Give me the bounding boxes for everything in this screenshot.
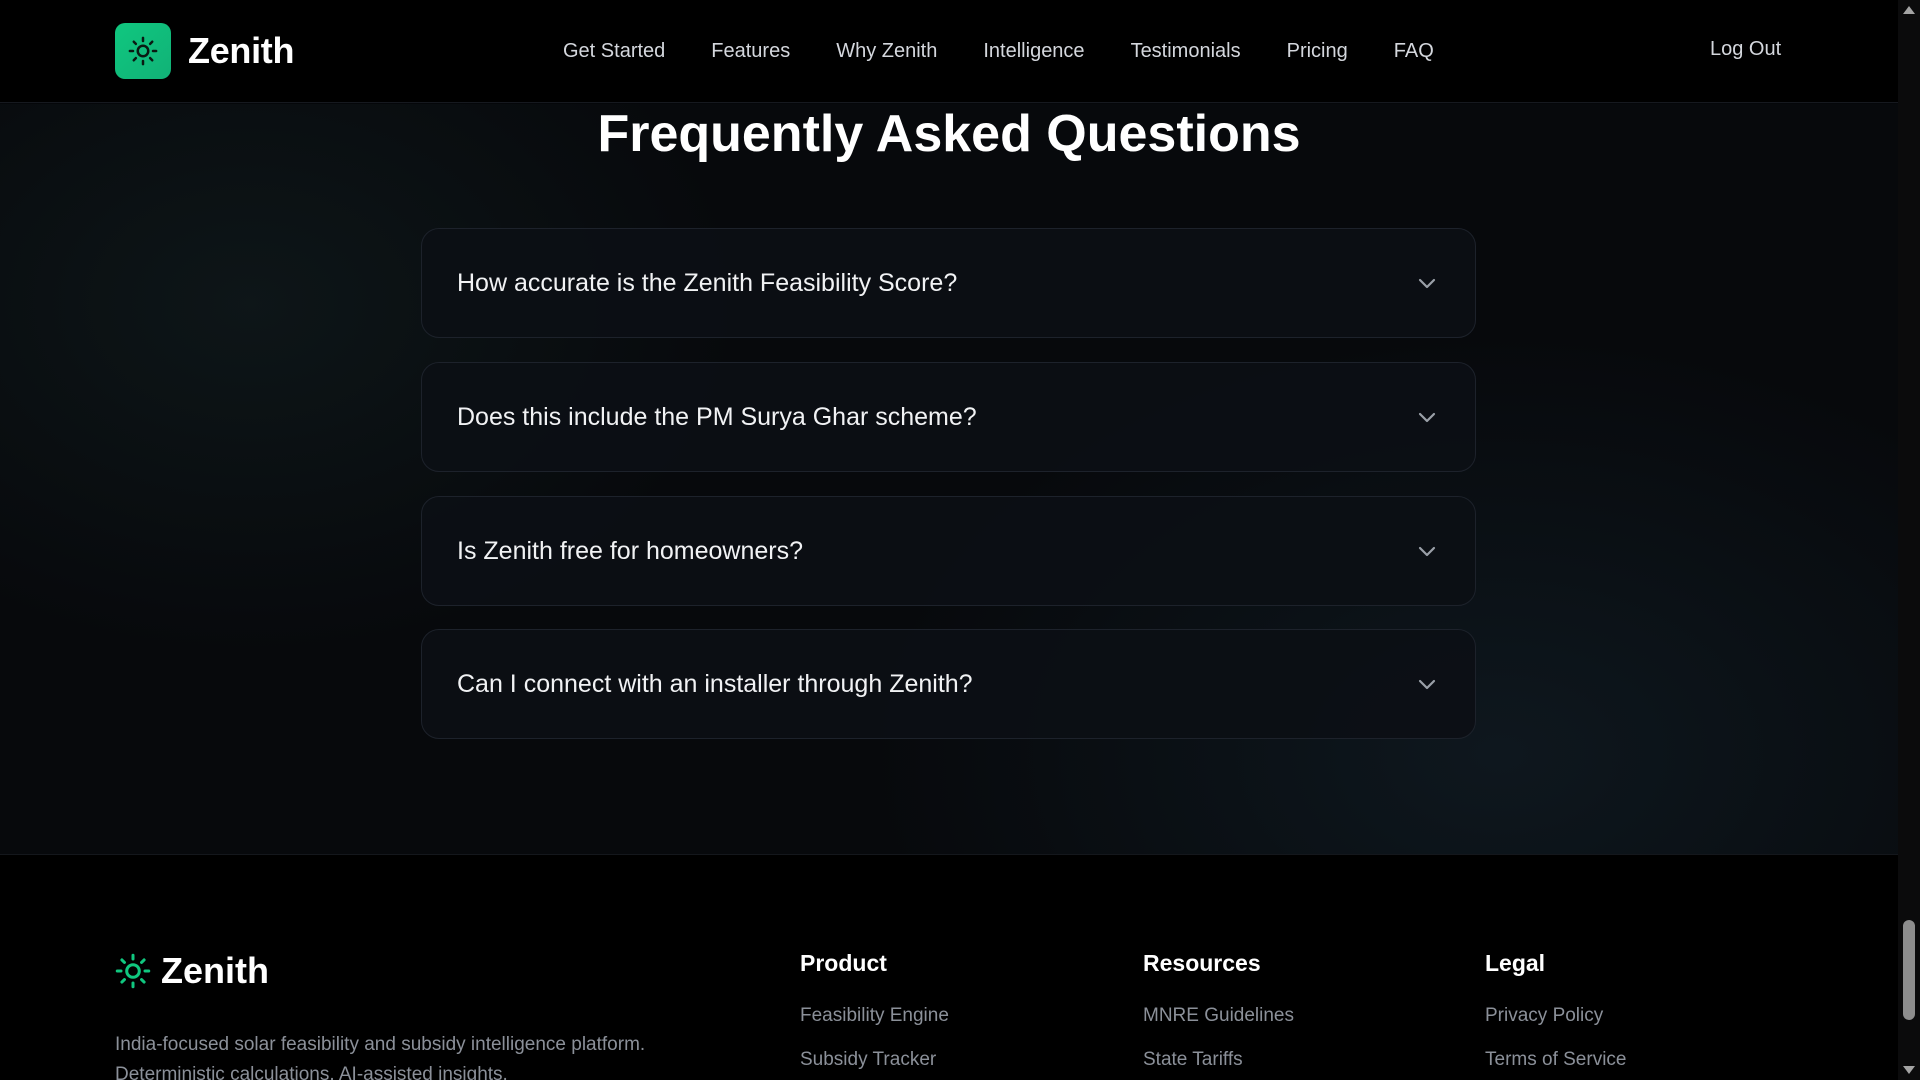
scroll-up-arrow-icon[interactable] bbox=[1903, 6, 1915, 14]
faq-item-installer[interactable]: Can I connect with an installer through … bbox=[421, 629, 1476, 739]
footer-description: India-focused solar feasibility and subs… bbox=[115, 1034, 646, 1080]
sun-icon bbox=[128, 36, 158, 66]
nav-link-pricing[interactable]: Pricing bbox=[1287, 40, 1348, 63]
chevron-down-icon bbox=[1414, 538, 1440, 564]
footer-column-product: Product Feasibility Engine Subsidy Track… bbox=[800, 950, 949, 1080]
page: Zenith Get Started Features Why Zenith I… bbox=[0, 0, 1898, 1080]
brand-badge bbox=[115, 23, 171, 79]
footer: Zenith India-focused solar feasibility a… bbox=[0, 854, 1898, 1080]
logout-button[interactable]: Log Out bbox=[1710, 38, 1781, 61]
footer-column-title: Legal bbox=[1485, 950, 1546, 976]
faq-item-pm-surya-ghar[interactable]: Does this include the PM Surya Ghar sche… bbox=[421, 362, 1476, 472]
footer-brand-name: Zenith bbox=[161, 950, 269, 991]
footer-link-subsidy-tracker[interactable]: Subsidy Tracker bbox=[800, 1049, 949, 1071]
nav-link-get-started[interactable]: Get Started bbox=[563, 40, 665, 63]
nav-link-intelligence[interactable]: Intelligence bbox=[983, 40, 1084, 63]
faq-item-accuracy[interactable]: How accurate is the Zenith Feasibility S… bbox=[421, 228, 1476, 338]
faq-question: Is Zenith free for homeowners? bbox=[457, 536, 803, 565]
footer-column-legal: Legal Privacy Policy Terms of Service bbox=[1485, 950, 1626, 1080]
top-navbar: Zenith Get Started Features Why Zenith I… bbox=[0, 0, 1898, 103]
faq-question: Does this include the PM Surya Ghar sche… bbox=[457, 402, 977, 431]
footer-link-mnre-guidelines[interactable]: MNRE Guidelines bbox=[1143, 1005, 1294, 1027]
brand-name: Zenith bbox=[188, 30, 295, 71]
main-nav: Get Started Features Why Zenith Intellig… bbox=[563, 0, 1480, 103]
nav-link-features[interactable]: Features bbox=[711, 40, 790, 63]
footer-brand[interactable]: Zenith bbox=[115, 950, 269, 992]
footer-column-resources: Resources MNRE Guidelines State Tariffs bbox=[1143, 950, 1294, 1080]
nav-link-faq[interactable]: FAQ bbox=[1394, 40, 1434, 63]
nav-link-why-zenith[interactable]: Why Zenith bbox=[836, 40, 937, 63]
faq-question: Can I connect with an installer through … bbox=[457, 669, 973, 698]
chevron-down-icon bbox=[1414, 270, 1440, 296]
nav-link-testimonials[interactable]: Testimonials bbox=[1131, 40, 1241, 63]
faq-title: Frequently Asked Questions bbox=[597, 105, 1301, 163]
footer-link-state-tariffs[interactable]: State Tariffs bbox=[1143, 1049, 1294, 1071]
scrollbar-thumb[interactable] bbox=[1903, 920, 1915, 1020]
chevron-down-icon bbox=[1414, 671, 1440, 697]
chevron-down-icon bbox=[1414, 404, 1440, 430]
sun-icon bbox=[115, 953, 151, 989]
footer-link-terms-of-service[interactable]: Terms of Service bbox=[1485, 1049, 1626, 1071]
footer-link-privacy-policy[interactable]: Privacy Policy bbox=[1485, 1005, 1626, 1027]
faq-item-free-for-homeowners[interactable]: Is Zenith free for homeowners? bbox=[421, 496, 1476, 606]
footer-column-title: Product bbox=[800, 950, 887, 976]
footer-link-feasibility-engine[interactable]: Feasibility Engine bbox=[800, 1005, 949, 1027]
page-scrollbar[interactable] bbox=[1898, 0, 1920, 1080]
scroll-down-arrow-icon[interactable] bbox=[1903, 1066, 1915, 1074]
footer-column-title: Resources bbox=[1143, 950, 1261, 976]
faq-question: How accurate is the Zenith Feasibility S… bbox=[457, 268, 958, 297]
brand-logo-link[interactable]: Zenith bbox=[115, 23, 294, 79]
faq-section: Frequently Asked Questions How accurate … bbox=[0, 104, 1898, 854]
